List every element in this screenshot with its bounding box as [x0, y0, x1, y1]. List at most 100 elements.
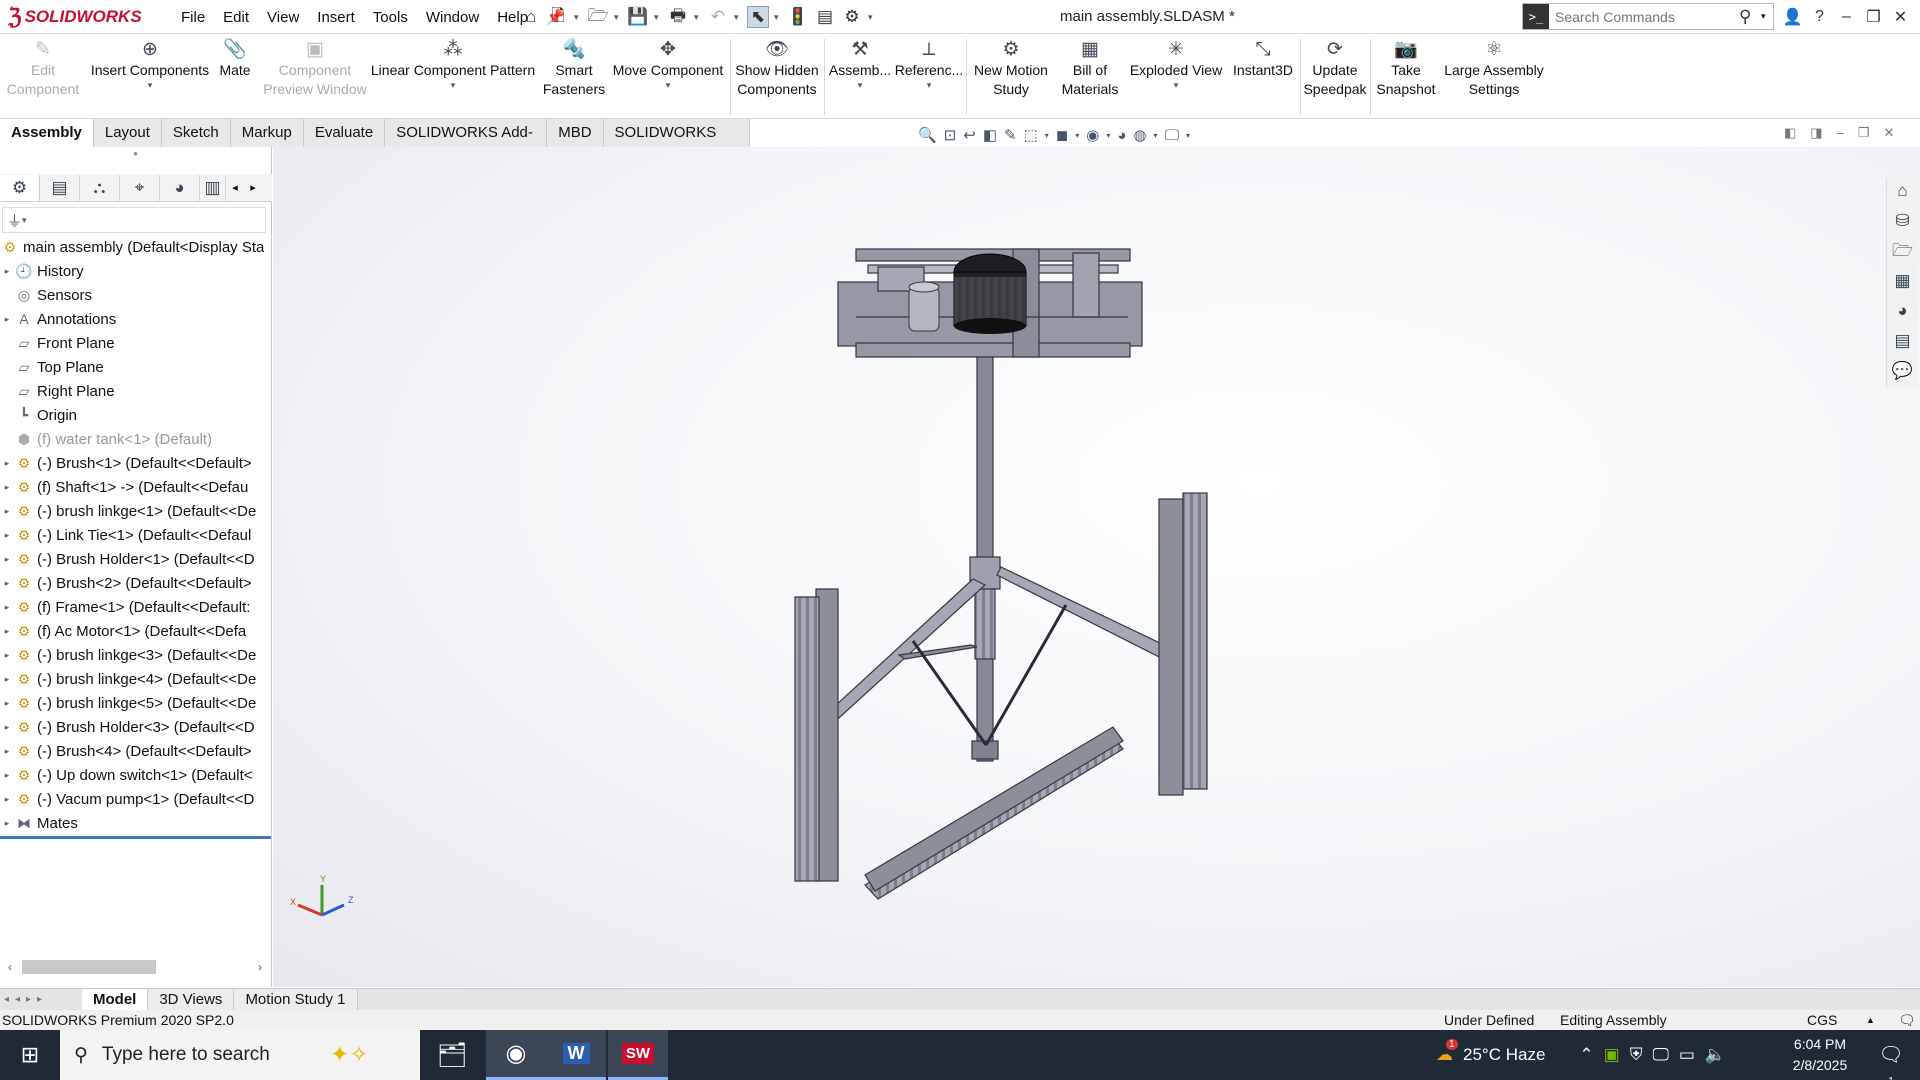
tab-3d-views[interactable]: 3D Views [148, 989, 235, 1010]
custom-properties-icon[interactable]: ▤ [1894, 328, 1910, 354]
save-dropdown-icon[interactable]: ▾ [654, 12, 662, 23]
dropdown-arrow-icon[interactable]: ▾ [927, 80, 932, 90]
display-icon[interactable]: 🖵 [1652, 1045, 1668, 1065]
doc-minimize-icon[interactable]: – [1837, 125, 1844, 141]
word-icon[interactable]: W [546, 1030, 606, 1080]
panel-grip-icon[interactable]: ● [0, 147, 271, 161]
tree-item[interactable]: ▸ ⚙ (-) brush linkge<3> (Default<<De [0, 643, 271, 667]
tree-root[interactable]: ⚙ main assembly (Default<Display Sta [0, 235, 271, 259]
view-settings-dropdown-icon[interactable]: ▾ [1186, 131, 1190, 140]
tree-item[interactable]: ▸ ⚙ (-) Brush<4> (Default<<Default> [0, 739, 271, 763]
expand-arrow-icon[interactable]: ▸ [0, 578, 14, 589]
expand-arrow-icon[interactable]: ▸ [0, 554, 14, 565]
feature-manager-tab-icon[interactable]: ⚙ [0, 174, 40, 201]
weather-text[interactable]: 25°C Haze [1463, 1045, 1545, 1065]
reference-geometry-button[interactable]: ⟂ Referenc... ▾ [895, 39, 963, 115]
dropdown-arrow-icon[interactable]: ▾ [451, 80, 456, 90]
dropdown-arrow-icon[interactable]: ▾ [148, 80, 153, 90]
assembly-features-button[interactable]: ⚒ Assemb... ▾ [828, 39, 892, 115]
minimize-icon[interactable]: – [1836, 8, 1857, 26]
tree-item[interactable]: ┗ Origin [0, 403, 271, 427]
tile-left-icon[interactable]: ◧ [1784, 125, 1796, 141]
dropdown-arrow-icon[interactable]: ▾ [858, 80, 863, 90]
expand-arrow-icon[interactable]: ▸ [0, 674, 14, 685]
user-icon[interactable]: 👤 [1782, 7, 1803, 27]
appearances-icon[interactable]: ◕ [1897, 298, 1907, 324]
property-manager-tab-icon[interactable]: ▤ [40, 174, 80, 201]
expand-arrow-icon[interactable]: ▸ [0, 794, 14, 805]
tab-motion-study-1[interactable]: Motion Study 1 [234, 989, 358, 1010]
tabs-scroll-left-icon[interactable]: ◂ [226, 181, 244, 194]
tab-evaluate[interactable]: Evaluate [303, 119, 386, 147]
show-hidden-icons-icon[interactable]: ⌃ [1579, 1045, 1593, 1065]
graphics-area[interactable] [273, 147, 1920, 987]
exploded-view-button[interactable]: ✳ Exploded View ▾ [1126, 39, 1226, 115]
section-view-icon[interactable]: ◧ [983, 126, 997, 144]
new-dropdown-icon[interactable]: ▾ [574, 12, 582, 23]
assembly-model-view[interactable] [273, 147, 1920, 987]
tab-cam[interactable]: SOLIDWORKS CAM [603, 119, 750, 169]
windows-start-icon[interactable]: ⊞ [0, 1030, 60, 1080]
edit-appearance-icon[interactable]: ◕ [1117, 127, 1126, 144]
tab-mbd[interactable]: MBD [547, 119, 604, 147]
rebuild-traffic-light-icon[interactable]: 🚦 [787, 6, 809, 28]
chrome-icon[interactable]: ◉ [486, 1030, 546, 1080]
view-orientation-dropdown-icon[interactable]: ▾ [1045, 131, 1049, 140]
new-motion-study-button[interactable]: ⚙ New Motion Study [970, 39, 1052, 115]
solidworks-resources-icon[interactable]: ⌂ [1897, 178, 1907, 204]
select-dropdown-icon[interactable]: ▾ [774, 12, 782, 23]
menu-file[interactable]: File [172, 9, 214, 26]
menu-tools[interactable]: Tools [364, 9, 417, 26]
display-style-dropdown-icon[interactable]: ▾ [1075, 131, 1079, 140]
tree-item[interactable]: ▸ ⚙ (-) Brush Holder<1> (Default<<D [0, 547, 271, 571]
tree-item[interactable]: ▸ ⚙ (f) Ac Motor<1> (Default<<Defa [0, 619, 271, 643]
expand-arrow-icon[interactable]: ▸ [0, 506, 14, 517]
select-cursor-icon[interactable]: ⬉ [747, 6, 769, 28]
show-hidden-button[interactable]: 👁 Show Hidden Components [734, 39, 820, 115]
expand-arrow-icon[interactable]: ▸ [0, 770, 14, 781]
previous-view-icon[interactable]: ↩ [963, 126, 976, 144]
display-style-icon[interactable]: ◼ [1056, 126, 1068, 144]
print-icon[interactable]: 🖶 [667, 6, 689, 28]
tree-item[interactable]: ▱ Front Plane [0, 331, 271, 355]
undo-dropdown-icon[interactable]: ▾ [734, 12, 742, 23]
options-dropdown-icon[interactable]: ▾ [868, 12, 876, 23]
search-dropdown-icon[interactable]: ▾ [1761, 11, 1773, 22]
menu-window[interactable]: Window [417, 9, 488, 26]
tabs-scroll-right-icon[interactable]: ▸ [244, 181, 262, 194]
tree-item[interactable]: ▸ ⚙ (-) Brush<2> (Default<<Default> [0, 571, 271, 595]
new-document-icon[interactable]: 🗋 [547, 6, 569, 28]
menu-edit[interactable]: Edit [214, 9, 258, 26]
move-component-button[interactable]: ✥ Move Component ▾ [610, 39, 726, 115]
file-explorer-pane-icon[interactable]: 🗁 [1892, 238, 1913, 264]
tab-assembly[interactable]: Assembly [0, 119, 94, 147]
notifications-icon[interactable]: 🗨1 [1876, 1042, 1906, 1080]
solidworks-logo[interactable]: ℨ SOLIDWORKS [8, 3, 156, 31]
tree-item[interactable]: ▸ ⚙ (f) Shaft<1> -> (Default<<Defau [0, 475, 271, 499]
tree-item[interactable]: ▸ ⚙ (-) Brush Holder<3> (Default<<D [0, 715, 271, 739]
expand-arrow-icon[interactable]: ▸ [0, 818, 14, 829]
expand-arrow-icon[interactable]: ▸ [0, 698, 14, 709]
tree-item[interactable]: ▱ Right Plane [0, 379, 271, 403]
doc-restore-icon[interactable]: ❐ [1858, 125, 1870, 141]
expand-arrow-icon[interactable]: ▸ [0, 650, 14, 661]
tab-sketch[interactable]: Sketch [161, 119, 231, 147]
hide-show-items-icon[interactable]: ◉ [1086, 126, 1099, 144]
instant3d-button[interactable]: ⤡ Instant3D [1228, 39, 1298, 115]
tree-item[interactable]: ▱ Top Plane [0, 355, 271, 379]
tree-item[interactable]: ⬢ (f) water tank<1> (Default) [0, 427, 271, 451]
units-up-icon[interactable]: ▲ [1866, 1010, 1875, 1030]
expand-arrow-icon[interactable]: ▸ [0, 266, 14, 277]
view-orientation-icon[interactable]: ⬚ [1024, 126, 1038, 144]
view-settings-icon[interactable]: 🖵 [1165, 127, 1179, 144]
expand-arrow-icon[interactable]: ▸ [0, 482, 14, 493]
search-icon[interactable]: ⚲ [1739, 7, 1761, 27]
dimxpert-tab-icon[interactable]: ⌖ [120, 174, 160, 201]
tab-markup[interactable]: Markup [230, 119, 304, 147]
scroll-thumb[interactable] [22, 960, 156, 974]
tree-item[interactable]: ▸ 🕘 History [0, 259, 271, 283]
expand-arrow-icon[interactable]: ▸ [0, 722, 14, 733]
undo-icon[interactable]: ↶ [707, 6, 729, 28]
weather-icon[interactable]: ☁ 1 [1436, 1039, 1458, 1065]
tree-item[interactable]: ▸ ⧓ Mates [0, 811, 271, 835]
